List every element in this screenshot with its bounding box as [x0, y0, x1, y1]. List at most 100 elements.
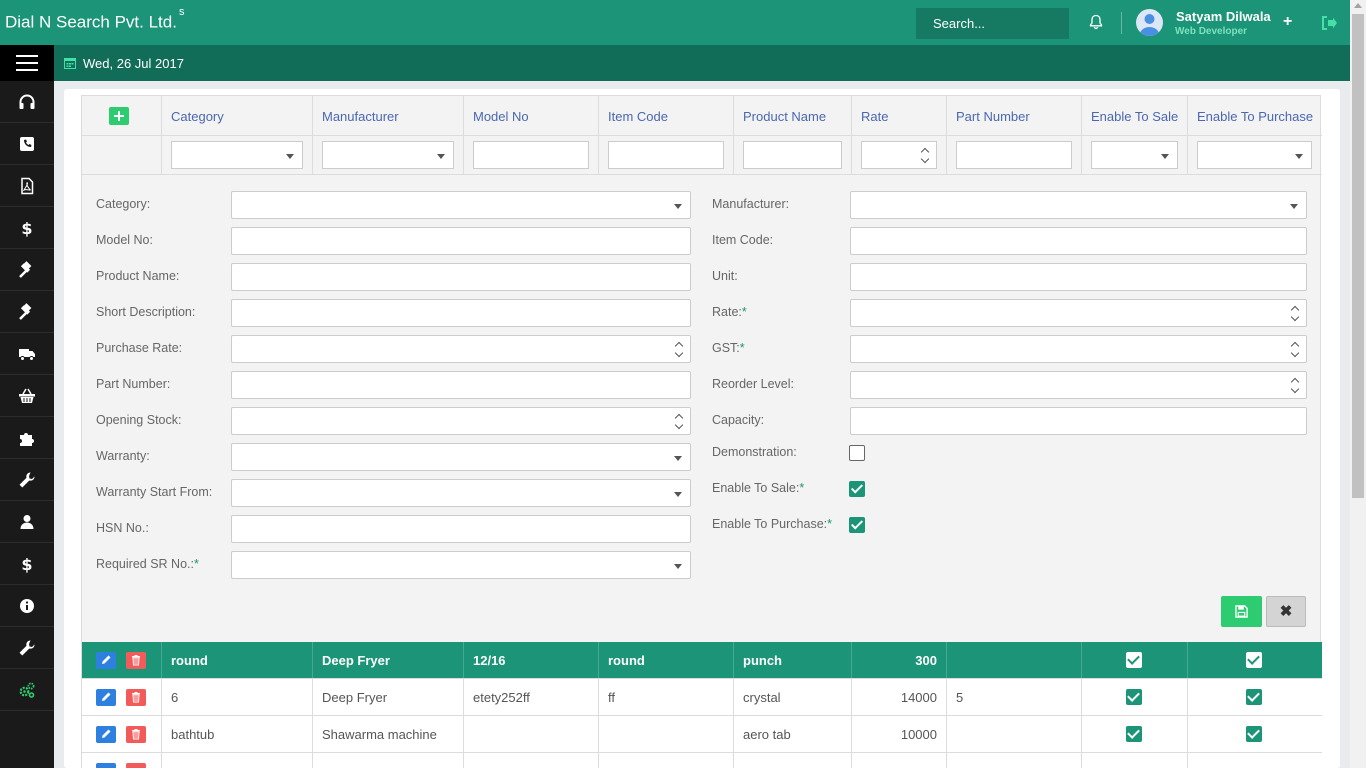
sidebar-item-service[interactable] — [0, 459, 54, 501]
spinner-icon[interactable] — [675, 414, 683, 430]
table-cell: Shawarma machine — [313, 716, 464, 752]
table-row[interactable]: 6 Deep Fryer etety252ff ff crystal 14000… — [82, 679, 1322, 716]
sidebar-item-documents[interactable] — [0, 165, 54, 207]
scroll-up-icon[interactable] — [1354, 3, 1362, 8]
cancel-button[interactable]: ✖ — [1266, 596, 1306, 627]
sale-checkbox[interactable] — [1126, 726, 1142, 742]
sale-checkbox[interactable] — [1126, 689, 1142, 705]
user-avatar[interactable] — [1136, 9, 1163, 36]
hsn-no-input[interactable] — [231, 515, 691, 543]
manufacturer-select[interactable] — [850, 191, 1307, 219]
sidebar-item-users[interactable] — [0, 501, 54, 543]
model-no-input[interactable] — [231, 227, 691, 255]
brand-logo[interactable]: Dial N Search Pvt. Ltd.s — [5, 6, 184, 33]
capacity-input[interactable] — [850, 407, 1307, 435]
column-header-label: Enable To Purchase — [1197, 109, 1314, 124]
table-cell: crystal — [734, 679, 852, 715]
column-header[interactable]: Category — [162, 96, 313, 135]
column-header[interactable]: Manufacturer — [313, 96, 464, 135]
column-header-label: Manufacturer — [322, 109, 399, 124]
sidebar-item-shop[interactable] — [0, 375, 54, 417]
item-code-input[interactable] — [850, 227, 1307, 255]
filter-enable-purchase-select[interactable] — [1197, 141, 1312, 169]
save-button[interactable] — [1221, 596, 1262, 627]
rate-stepper[interactable] — [850, 299, 1307, 327]
column-header[interactable]: Part Number — [947, 96, 1082, 135]
reorder-level-stepper[interactable] — [850, 371, 1307, 399]
part-number-input[interactable] — [231, 371, 691, 399]
warranty-select[interactable] — [231, 443, 691, 471]
enable-to-sale-checkbox[interactable] — [849, 481, 865, 497]
enable-to-purchase-checkbox[interactable] — [849, 517, 865, 533]
table-cell: 10000 — [852, 716, 947, 752]
filter-category-select[interactable] — [171, 141, 303, 169]
sidebar-item-tools[interactable] — [0, 627, 54, 669]
scroll-thumb[interactable] — [1352, 14, 1364, 498]
column-header[interactable]: Model No — [464, 96, 599, 135]
category-select[interactable] — [231, 191, 691, 219]
edit-button[interactable] — [96, 726, 116, 743]
table-row[interactable] — [82, 753, 1322, 768]
chevron-down-icon — [1161, 154, 1169, 159]
delete-button[interactable] — [126, 763, 146, 768]
spinner-icon[interactable] — [1291, 342, 1299, 358]
edit-button[interactable] — [96, 652, 116, 669]
spinner-icon[interactable] — [1291, 306, 1299, 322]
filter-item-code-input[interactable] — [608, 141, 724, 169]
delete-button[interactable] — [126, 652, 146, 669]
spinner-icon[interactable] — [675, 342, 683, 358]
sidebar-item-finance[interactable]: $ — [0, 207, 54, 249]
sidebar-item-delivery[interactable] — [0, 333, 54, 375]
menu-toggle-icon[interactable] — [0, 45, 54, 81]
gst-stepper[interactable] — [850, 335, 1307, 363]
plus-icon[interactable]: + — [1283, 13, 1292, 31]
opening-stock-stepper[interactable] — [231, 407, 691, 435]
filter-product-name-input[interactable] — [743, 141, 842, 169]
add-row-button[interactable] — [109, 107, 129, 125]
filter-manufacturer-select[interactable] — [322, 141, 454, 169]
current-date: Wed, 26 Jul 2017 — [83, 56, 184, 71]
demonstration-checkbox[interactable] — [849, 445, 865, 461]
sale-checkbox[interactable] — [1126, 652, 1142, 668]
required-sr-no-select[interactable] — [231, 551, 691, 579]
sidebar-item-modules[interactable] — [0, 417, 54, 459]
filter-part-number-input[interactable] — [956, 141, 1072, 169]
navbar-divider — [1121, 12, 1122, 34]
column-header[interactable]: Item Code — [599, 96, 734, 135]
column-header[interactable]: Enable To Sale — [1082, 96, 1188, 135]
purchase-checkbox[interactable] — [1246, 689, 1262, 705]
page-scrollbar[interactable] — [1350, 0, 1366, 768]
short-description-input[interactable] — [231, 299, 691, 327]
spinner-icon[interactable] — [1291, 378, 1299, 394]
sidebar-item-info[interactable] — [0, 585, 54, 627]
edit-button[interactable] — [96, 689, 116, 706]
sidebar-item-payments[interactable]: $ — [0, 543, 54, 585]
edit-button[interactable] — [96, 763, 116, 768]
table-row[interactable]: round Deep Fryer 12/16 round punch 300 — [82, 642, 1322, 679]
spinner-icon[interactable] — [921, 148, 929, 164]
unit-input[interactable] — [850, 263, 1307, 291]
delete-button[interactable] — [126, 726, 146, 743]
column-header[interactable]: Product Name — [734, 96, 852, 135]
search-input[interactable] — [916, 8, 1069, 39]
sidebar-item-support[interactable] — [0, 81, 54, 123]
purchase-checkbox[interactable] — [1246, 652, 1262, 668]
purchase-checkbox[interactable] — [1246, 726, 1262, 742]
product-name-input[interactable] — [231, 263, 691, 291]
logout-icon[interactable] — [1320, 14, 1338, 32]
column-header[interactable]: Rate — [852, 96, 947, 135]
table-row[interactable]: bathtub Shawarma machine aero tab 10000 — [82, 716, 1322, 753]
filter-model-no-input[interactable] — [473, 141, 589, 169]
bell-icon[interactable] — [1088, 14, 1104, 30]
column-header[interactable]: Enable To Purchase — [1188, 96, 1322, 135]
purchase-rate-stepper[interactable] — [231, 335, 691, 363]
warranty-start-select[interactable] — [231, 479, 691, 507]
user-name[interactable]: Satyam Dilwala — [1176, 9, 1271, 24]
sidebar-item-legal[interactable] — [0, 291, 54, 333]
sidebar-item-calls[interactable] — [0, 123, 54, 165]
delete-button[interactable] — [126, 689, 146, 706]
filter-enable-sale-select[interactable] — [1091, 141, 1178, 169]
sidebar-item-settings[interactable] — [0, 669, 54, 711]
sidebar-item-auction[interactable] — [0, 249, 54, 291]
filter-rate-stepper[interactable] — [861, 141, 937, 169]
